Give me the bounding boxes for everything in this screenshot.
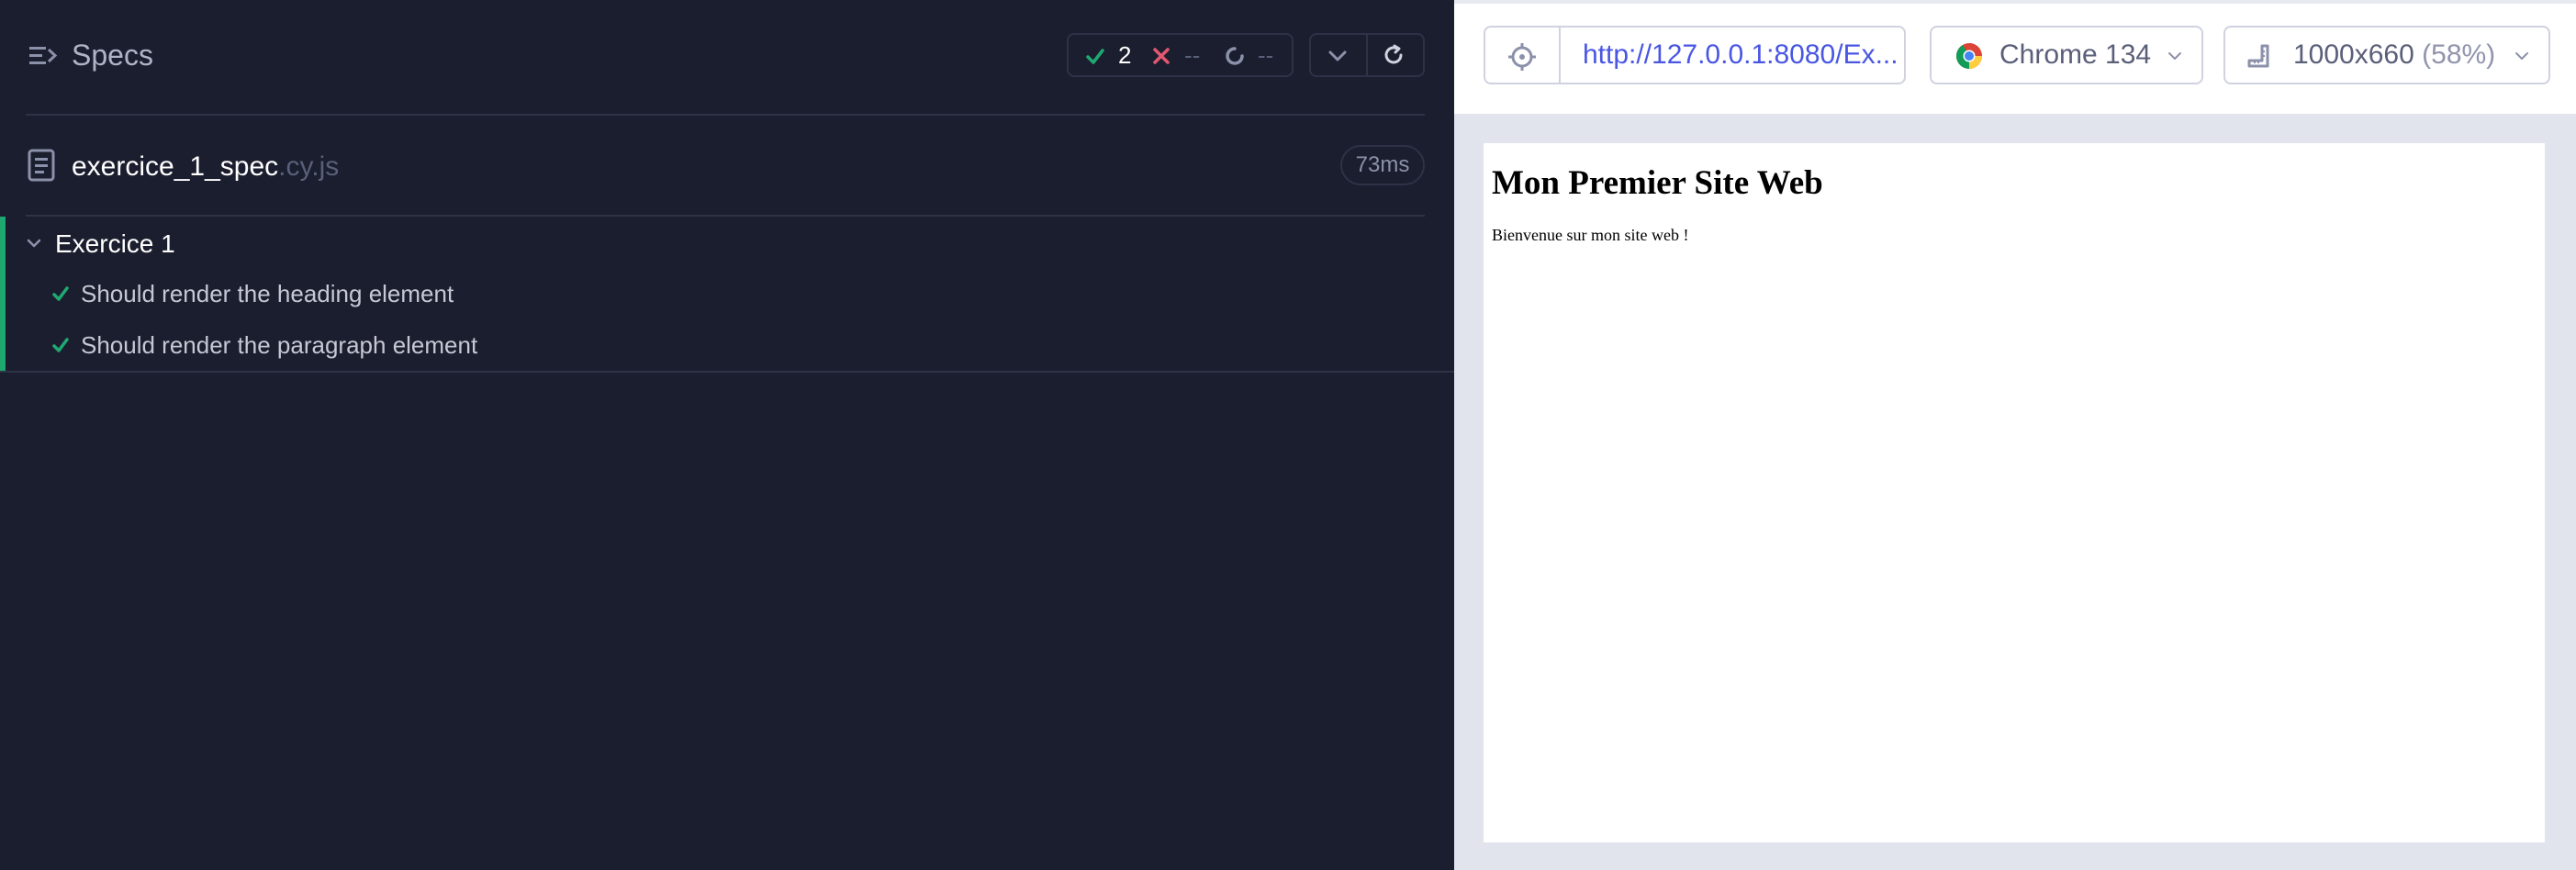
chevron-down-icon <box>2168 52 2181 60</box>
file-icon <box>28 149 55 182</box>
spec-file-row[interactable]: exercice_1_spec.cy.js <box>0 116 1454 215</box>
test-row[interactable]: Should render the heading element <box>0 268 1454 319</box>
x-icon <box>1153 48 1170 64</box>
test-stats: 2 -- -- <box>1067 33 1294 77</box>
aut-toolbar: http://127.0.0.1:8080/Ex... Chrome 134 1… <box>1454 0 2576 114</box>
test-title: Should render the paragraph element <box>81 331 478 359</box>
reporter-header: Specs 2 -- -- <box>0 0 1454 114</box>
viewport-label: 1000x660 (58%) <box>2293 37 2495 73</box>
page-heading: Mon Premier Site Web <box>1492 164 1823 202</box>
refresh-icon <box>1384 44 1403 64</box>
spec-file-name: exercice_1_spec.cy.js <box>72 149 339 185</box>
specs-list-icon[interactable] <box>28 40 59 72</box>
chevron-down-icon <box>2515 52 2528 60</box>
spec-duration-badge: 73ms <box>1340 145 1425 185</box>
test-title: Should render the heading element <box>81 280 454 307</box>
viewport-scale: (58%) <box>2422 39 2496 70</box>
toolbar-top-border <box>1454 0 2576 4</box>
collapse-all-button[interactable] <box>1311 35 1366 75</box>
viewport-size: 1000x660 <box>2293 39 2414 70</box>
chevron-down-icon <box>27 239 41 248</box>
browser-label: Chrome 134 <box>1999 39 2152 70</box>
check-icon <box>52 286 69 301</box>
suite-divider <box>0 371 1454 373</box>
specs-title[interactable]: Specs <box>72 37 153 73</box>
spinner-icon <box>1226 47 1244 65</box>
suite-title: Exercice 1 <box>55 229 175 258</box>
selector-playground-icon <box>1508 43 1536 71</box>
chevron-down-icon <box>1328 50 1347 61</box>
passed-count: 2 <box>1118 41 1132 69</box>
rerun-button[interactable] <box>1368 35 1423 75</box>
aut-iframe[interactable]: Mon Premier Site Web Bienvenue sur mon s… <box>1484 143 2545 842</box>
viewport-ruler-icon <box>2247 44 2269 68</box>
spec-file-extension: .cy.js <box>278 151 340 182</box>
chrome-logo-icon <box>1956 43 1982 70</box>
suite-exercice-1: Exercice 1 Should render the heading ele… <box>0 217 1454 373</box>
reporter-panel: Specs 2 -- -- exercice_1_spec.cy.js 73ms… <box>0 0 1454 870</box>
spec-file-basename: exercice_1_spec <box>72 151 279 182</box>
run-controls <box>1309 33 1425 77</box>
aut-panel: http://127.0.0.1:8080/Ex... Chrome 134 1… <box>1454 0 2576 870</box>
suite-header[interactable]: Exercice 1 <box>0 217 1454 268</box>
check-icon <box>1086 49 1104 64</box>
browser-selector[interactable]: Chrome 134 <box>1930 26 2203 84</box>
viewport-info[interactable]: 1000x660 (58%) <box>2223 26 2550 84</box>
check-icon <box>52 338 69 352</box>
failed-count: -- <box>1184 41 1201 69</box>
test-row[interactable]: Should render the paragraph element <box>0 319 1454 371</box>
selector-playground-button[interactable] <box>1484 26 1561 84</box>
url-field[interactable]: http://127.0.0.1:8080/Ex... <box>1559 26 1906 84</box>
pending-count: -- <box>1258 41 1274 69</box>
page-paragraph: Bienvenue sur mon site web ! <box>1492 226 1689 244</box>
